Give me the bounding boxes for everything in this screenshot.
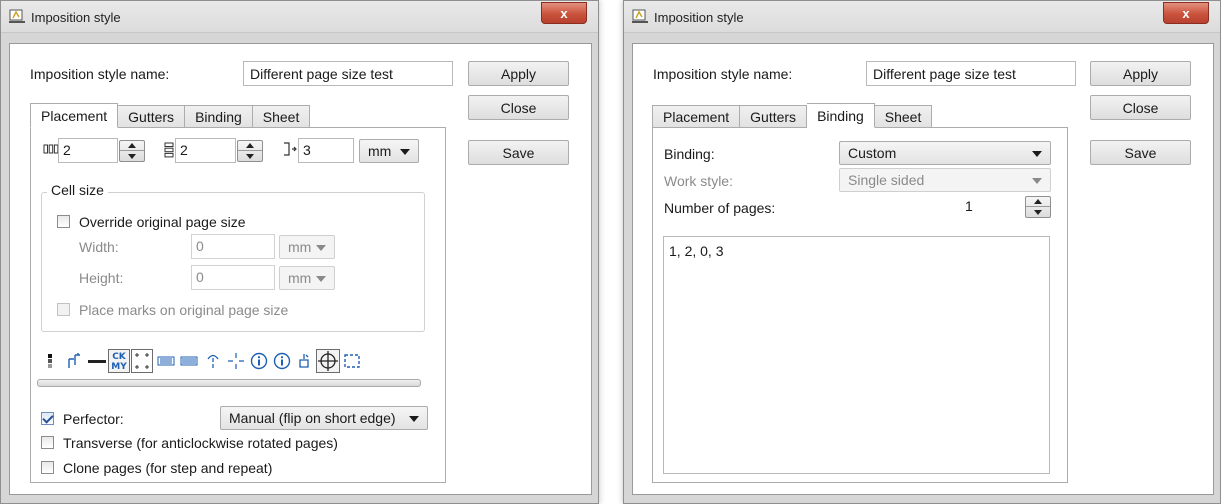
- place-marks-checkbox[interactable]: [57, 303, 70, 316]
- columns-field[interactable]: 2: [58, 138, 118, 163]
- tab-bar: Placement Gutters Binding Sheet: [652, 103, 933, 128]
- close-window-button[interactable]: x: [1163, 2, 1209, 24]
- cmyk-icon[interactable]: CK MY: [108, 349, 130, 373]
- placement-panel: 2 2 3 mm Cell size Override original pag…: [30, 127, 446, 483]
- close-button[interactable]: Close: [1090, 95, 1191, 120]
- perfector-mode-value: Manual (flip on short edge): [229, 410, 396, 426]
- perfector-mode-dropdown[interactable]: Manual (flip on short edge): [220, 406, 428, 430]
- registration-cross-icon[interactable]: [226, 351, 246, 371]
- transverse-checkbox[interactable]: [41, 436, 54, 449]
- pages-label: Number of pages:: [664, 200, 776, 216]
- perfector-checkbox[interactable]: [41, 412, 54, 425]
- chevron-down-icon: [316, 276, 326, 282]
- title-bar[interactable]: Imposition style x: [1, 1, 598, 33]
- work-style-value: Single sided: [848, 172, 925, 188]
- width-unit-value: mm: [288, 239, 312, 255]
- binding-dropdown[interactable]: Custom: [839, 141, 1051, 165]
- app-icon: [632, 9, 648, 23]
- chevron-down-icon: [400, 149, 410, 155]
- apply-button[interactable]: Apply: [468, 61, 569, 86]
- close-window-button[interactable]: x: [541, 2, 587, 24]
- dialog-client: Imposition style name: Apply Close Save …: [9, 43, 592, 495]
- tab-sheet[interactable]: Sheet: [252, 105, 311, 128]
- rows-icon: [164, 142, 174, 158]
- height-unit-value: mm: [288, 270, 312, 286]
- page-order-textarea[interactable]: 1, 2, 0, 3: [663, 236, 1050, 474]
- barcode-2-icon[interactable]: [179, 351, 199, 371]
- target-icon[interactable]: [316, 349, 340, 373]
- mark-icons-scrollbar[interactable]: [37, 379, 421, 387]
- tab-placement[interactable]: Placement: [30, 103, 119, 128]
- tab-gutters[interactable]: Gutters: [118, 105, 186, 128]
- width-unit-dropdown[interactable]: mm: [279, 235, 335, 259]
- tab-binding[interactable]: Binding: [807, 103, 875, 128]
- columns-spinner[interactable]: [119, 140, 145, 162]
- rows-field[interactable]: 2: [175, 138, 236, 163]
- height-field[interactable]: 0: [191, 265, 275, 290]
- app-icon: [9, 9, 25, 23]
- info-icon[interactable]: [249, 351, 269, 371]
- tab-placement[interactable]: Placement: [652, 105, 741, 128]
- cmyk-icon-bottom-text: MY: [111, 362, 127, 372]
- ink-drop-icon[interactable]: [295, 351, 315, 371]
- tab-bar: Placement Gutters Binding Sheet: [30, 103, 311, 128]
- binding-value: Custom: [848, 145, 897, 161]
- place-marks-label: Place marks on original page size: [79, 302, 289, 318]
- tab-binding[interactable]: Binding: [185, 105, 253, 128]
- perfector-label: Perfector:: [63, 411, 124, 427]
- imposition-style-window-right: Imposition style x Imposition style name…: [623, 0, 1221, 504]
- columns-icon: [43, 144, 59, 154]
- crop-marks-icon[interactable]: [65, 351, 85, 371]
- cut-marks-icon[interactable]: [131, 349, 153, 373]
- clone-pages-checkbox[interactable]: [41, 461, 54, 474]
- work-style-dropdown[interactable]: Single sided: [839, 168, 1051, 192]
- offset-field[interactable]: 3: [298, 138, 354, 163]
- color-bar-icon[interactable]: [41, 351, 61, 371]
- height-unit-dropdown[interactable]: mm: [279, 266, 335, 290]
- window-title: Imposition style: [654, 10, 744, 25]
- rows-spinner[interactable]: [237, 140, 263, 162]
- chevron-down-icon: [1032, 151, 1042, 157]
- binding-panel: Binding: Custom Work style: Single sided…: [652, 127, 1068, 483]
- width-label: Width:: [79, 239, 119, 255]
- frame-icon[interactable]: [342, 351, 362, 371]
- offset-unit-dropdown[interactable]: mm: [359, 139, 419, 163]
- width-field[interactable]: 0: [191, 234, 275, 259]
- cell-size-legend: Cell size: [47, 182, 108, 198]
- apply-button[interactable]: Apply: [1090, 61, 1191, 86]
- override-page-size-label: Override original page size: [79, 214, 246, 230]
- binding-label: Binding:: [664, 146, 715, 162]
- imposition-style-window-left: Imposition style x Imposition style name…: [0, 0, 599, 504]
- chevron-down-icon: [409, 416, 419, 422]
- clone-pages-label: Clone pages (for step and repeat): [63, 460, 273, 476]
- offset-unit-value: mm: [368, 143, 392, 159]
- transverse-label: Transverse (for anticlockwise rotated pa…: [63, 435, 338, 451]
- style-name-input[interactable]: [243, 61, 453, 86]
- save-button[interactable]: Save: [468, 140, 569, 165]
- style-name-label: Imposition style name:: [30, 66, 170, 82]
- dialog-client: Imposition style name: Apply Close Save …: [632, 43, 1214, 495]
- chevron-down-icon: [1032, 178, 1042, 184]
- pages-spinner[interactable]: [1025, 196, 1051, 218]
- pages-field[interactable]: 1: [961, 195, 1017, 220]
- info-2-icon[interactable]: [272, 351, 292, 371]
- title-bar[interactable]: Imposition style x: [624, 1, 1220, 33]
- work-style-label: Work style:: [664, 173, 733, 189]
- close-button[interactable]: Close: [468, 95, 569, 120]
- barcode-icon[interactable]: [156, 351, 176, 371]
- save-button[interactable]: Save: [1090, 140, 1191, 165]
- cmyk-icon-top-text: CK: [112, 352, 127, 362]
- style-name-label: Imposition style name:: [653, 66, 793, 82]
- tab-gutters[interactable]: Gutters: [740, 105, 808, 128]
- tab-sheet[interactable]: Sheet: [874, 105, 933, 128]
- chevron-down-icon: [316, 245, 326, 251]
- offset-icon: [284, 142, 297, 156]
- style-name-input[interactable]: [866, 61, 1076, 86]
- override-page-size-checkbox[interactable]: [57, 215, 70, 228]
- fold-mark-icon[interactable]: [203, 351, 223, 371]
- height-label: Height:: [79, 270, 124, 286]
- window-title: Imposition style: [31, 10, 121, 25]
- dash-line-icon[interactable]: [87, 351, 107, 371]
